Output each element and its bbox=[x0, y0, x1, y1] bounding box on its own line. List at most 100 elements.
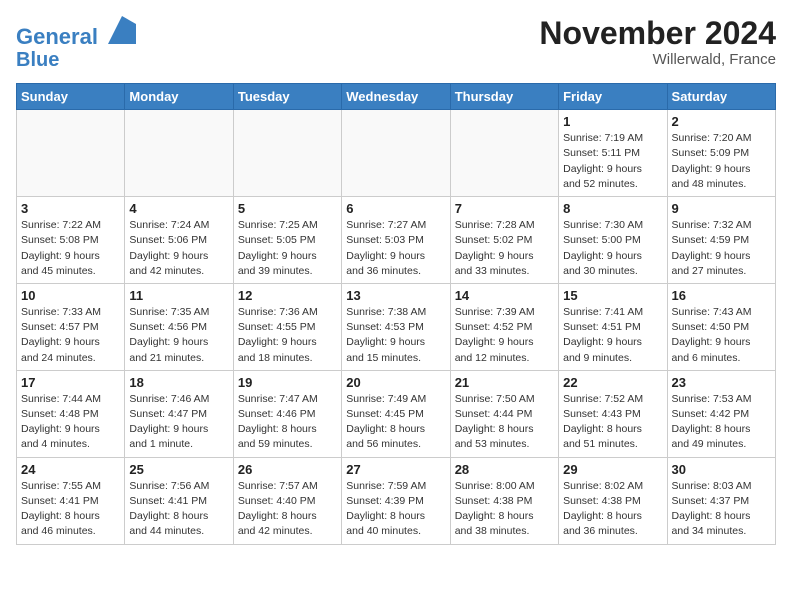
day-info: Sunrise: 7:35 AM Sunset: 4:56 PM Dayligh… bbox=[129, 305, 228, 366]
calendar-cell bbox=[342, 110, 450, 197]
day-info: Sunrise: 7:57 AM Sunset: 4:40 PM Dayligh… bbox=[238, 479, 337, 540]
calendar-cell: 21 Sunrise: 7:50 AM Sunset: 4:44 PM Dayli… bbox=[450, 370, 558, 457]
calendar-cell bbox=[125, 110, 233, 197]
calendar-cell: 13 Sunrise: 7:38 AM Sunset: 4:53 PM Dayli… bbox=[342, 283, 450, 370]
day-info: Sunrise: 7:27 AM Sunset: 5:03 PM Dayligh… bbox=[346, 218, 445, 279]
day-info: Sunrise: 7:39 AM Sunset: 4:52 PM Dayligh… bbox=[455, 305, 554, 366]
day-number: 16 bbox=[672, 288, 771, 303]
calendar-cell: 27 Sunrise: 7:59 AM Sunset: 4:39 PM Dayli… bbox=[342, 457, 450, 544]
day-number: 11 bbox=[129, 288, 228, 303]
calendar-week-3: 17 Sunrise: 7:44 AM Sunset: 4:48 PM Dayli… bbox=[17, 370, 776, 457]
day-number: 27 bbox=[346, 462, 445, 477]
header: General Blue November 2024 Willerwald, F… bbox=[16, 16, 776, 71]
logo-general: General bbox=[16, 24, 98, 49]
location: Willerwald, France bbox=[539, 51, 776, 68]
page: General Blue November 2024 Willerwald, F… bbox=[0, 0, 792, 553]
day-info: Sunrise: 7:59 AM Sunset: 4:39 PM Dayligh… bbox=[346, 479, 445, 540]
day-info: Sunrise: 7:44 AM Sunset: 4:48 PM Dayligh… bbox=[21, 392, 120, 453]
day-number: 26 bbox=[238, 462, 337, 477]
day-number: 21 bbox=[455, 375, 554, 390]
day-info: Sunrise: 7:38 AM Sunset: 4:53 PM Dayligh… bbox=[346, 305, 445, 366]
day-info: Sunrise: 7:52 AM Sunset: 4:43 PM Dayligh… bbox=[563, 392, 662, 453]
day-info: Sunrise: 7:56 AM Sunset: 4:41 PM Dayligh… bbox=[129, 479, 228, 540]
day-info: Sunrise: 7:28 AM Sunset: 5:02 PM Dayligh… bbox=[455, 218, 554, 279]
calendar-cell: 18Sunrise: 7:46 AM Sunset: 4:47 PM Dayli… bbox=[125, 370, 233, 457]
calendar-cell: 8Sunrise: 7:30 AM Sunset: 5:00 PM Daylig… bbox=[559, 197, 667, 284]
calendar-cell: 11 Sunrise: 7:35 AM Sunset: 4:56 PM Dayli… bbox=[125, 283, 233, 370]
calendar-cell: 24 Sunrise: 7:55 AM Sunset: 4:41 PM Dayli… bbox=[17, 457, 125, 544]
day-info: Sunrise: 7:49 AM Sunset: 4:45 PM Dayligh… bbox=[346, 392, 445, 453]
calendar-cell bbox=[233, 110, 341, 197]
calendar-cell: 20 Sunrise: 7:49 AM Sunset: 4:45 PM Dayli… bbox=[342, 370, 450, 457]
day-number: 9 bbox=[672, 201, 771, 216]
day-info: Sunrise: 7:22 AM Sunset: 5:08 PM Dayligh… bbox=[21, 218, 120, 279]
day-info: Sunrise: 7:50 AM Sunset: 4:44 PM Dayligh… bbox=[455, 392, 554, 453]
calendar-cell: 10 Sunrise: 7:33 AM Sunset: 4:57 PM Dayli… bbox=[17, 283, 125, 370]
calendar-cell: 12Sunrise: 7:36 AM Sunset: 4:55 PM Dayli… bbox=[233, 283, 341, 370]
weekday-header-wednesday: Wednesday bbox=[342, 84, 450, 110]
logo-blue: Blue bbox=[16, 49, 136, 71]
calendar-cell: 1 Sunrise: 7:19 AM Sunset: 5:11 PM Daylig… bbox=[559, 110, 667, 197]
day-number: 13 bbox=[346, 288, 445, 303]
title-block: November 2024 Willerwald, France bbox=[539, 16, 776, 68]
day-number: 14 bbox=[455, 288, 554, 303]
day-number: 6 bbox=[346, 201, 445, 216]
weekday-header-thursday: Thursday bbox=[450, 84, 558, 110]
calendar-week-2: 10 Sunrise: 7:33 AM Sunset: 4:57 PM Dayli… bbox=[17, 283, 776, 370]
day-info: Sunrise: 7:20 AM Sunset: 5:09 PM Dayligh… bbox=[672, 131, 771, 192]
calendar-cell: 16Sunrise: 7:43 AM Sunset: 4:50 PM Dayli… bbox=[667, 283, 775, 370]
calendar-cell: 29Sunrise: 8:02 AM Sunset: 4:38 PM Dayli… bbox=[559, 457, 667, 544]
calendar-cell: 28 Sunrise: 8:00 AM Sunset: 4:38 PM Dayli… bbox=[450, 457, 558, 544]
day-number: 24 bbox=[21, 462, 120, 477]
calendar-cell bbox=[17, 110, 125, 197]
day-info: Sunrise: 7:53 AM Sunset: 4:42 PM Dayligh… bbox=[672, 392, 771, 453]
day-number: 22 bbox=[563, 375, 662, 390]
day-number: 12 bbox=[238, 288, 337, 303]
weekday-header-tuesday: Tuesday bbox=[233, 84, 341, 110]
day-info: Sunrise: 7:55 AM Sunset: 4:41 PM Dayligh… bbox=[21, 479, 120, 540]
logo: General Blue bbox=[16, 16, 136, 71]
calendar-cell: 9 Sunrise: 7:32 AM Sunset: 4:59 PM Daylig… bbox=[667, 197, 775, 284]
calendar-cell: 19Sunrise: 7:47 AM Sunset: 4:46 PM Dayli… bbox=[233, 370, 341, 457]
day-info: Sunrise: 7:30 AM Sunset: 5:00 PM Dayligh… bbox=[563, 218, 662, 279]
calendar-week-0: 1 Sunrise: 7:19 AM Sunset: 5:11 PM Daylig… bbox=[17, 110, 776, 197]
day-number: 1 bbox=[563, 114, 662, 129]
calendar-cell: 6 Sunrise: 7:27 AM Sunset: 5:03 PM Daylig… bbox=[342, 197, 450, 284]
calendar-cell: 30 Sunrise: 8:03 AM Sunset: 4:37 PM Dayli… bbox=[667, 457, 775, 544]
day-number: 18 bbox=[129, 375, 228, 390]
calendar-week-1: 3 Sunrise: 7:22 AM Sunset: 5:08 PM Daylig… bbox=[17, 197, 776, 284]
calendar-cell bbox=[450, 110, 558, 197]
day-info: Sunrise: 8:00 AM Sunset: 4:38 PM Dayligh… bbox=[455, 479, 554, 540]
day-number: 30 bbox=[672, 462, 771, 477]
day-info: Sunrise: 7:47 AM Sunset: 4:46 PM Dayligh… bbox=[238, 392, 337, 453]
day-info: Sunrise: 7:25 AM Sunset: 5:05 PM Dayligh… bbox=[238, 218, 337, 279]
month-title: November 2024 bbox=[539, 16, 776, 51]
calendar-cell: 14 Sunrise: 7:39 AM Sunset: 4:52 PM Dayli… bbox=[450, 283, 558, 370]
day-info: Sunrise: 7:24 AM Sunset: 5:06 PM Dayligh… bbox=[129, 218, 228, 279]
logo-text: General bbox=[16, 16, 136, 49]
calendar-header-row: SundayMondayTuesdayWednesdayThursdayFrid… bbox=[17, 84, 776, 110]
day-number: 20 bbox=[346, 375, 445, 390]
day-number: 10 bbox=[21, 288, 120, 303]
weekday-header-monday: Monday bbox=[125, 84, 233, 110]
calendar-cell: 7 Sunrise: 7:28 AM Sunset: 5:02 PM Daylig… bbox=[450, 197, 558, 284]
day-number: 4 bbox=[129, 201, 228, 216]
day-number: 17 bbox=[21, 375, 120, 390]
day-number: 7 bbox=[455, 201, 554, 216]
calendar-cell: 5 Sunrise: 7:25 AM Sunset: 5:05 PM Daylig… bbox=[233, 197, 341, 284]
day-info: Sunrise: 7:32 AM Sunset: 4:59 PM Dayligh… bbox=[672, 218, 771, 279]
day-info: Sunrise: 8:03 AM Sunset: 4:37 PM Dayligh… bbox=[672, 479, 771, 540]
calendar-cell: 4 Sunrise: 7:24 AM Sunset: 5:06 PM Daylig… bbox=[125, 197, 233, 284]
day-number: 5 bbox=[238, 201, 337, 216]
day-info: Sunrise: 7:33 AM Sunset: 4:57 PM Dayligh… bbox=[21, 305, 120, 366]
weekday-header-saturday: Saturday bbox=[667, 84, 775, 110]
day-number: 23 bbox=[672, 375, 771, 390]
calendar-cell: 26 Sunrise: 7:57 AM Sunset: 4:40 PM Dayli… bbox=[233, 457, 341, 544]
day-number: 28 bbox=[455, 462, 554, 477]
day-number: 3 bbox=[21, 201, 120, 216]
logo-icon bbox=[108, 16, 136, 44]
weekday-header-friday: Friday bbox=[559, 84, 667, 110]
day-number: 25 bbox=[129, 462, 228, 477]
day-number: 2 bbox=[672, 114, 771, 129]
day-info: Sunrise: 7:19 AM Sunset: 5:11 PM Dayligh… bbox=[563, 131, 662, 192]
